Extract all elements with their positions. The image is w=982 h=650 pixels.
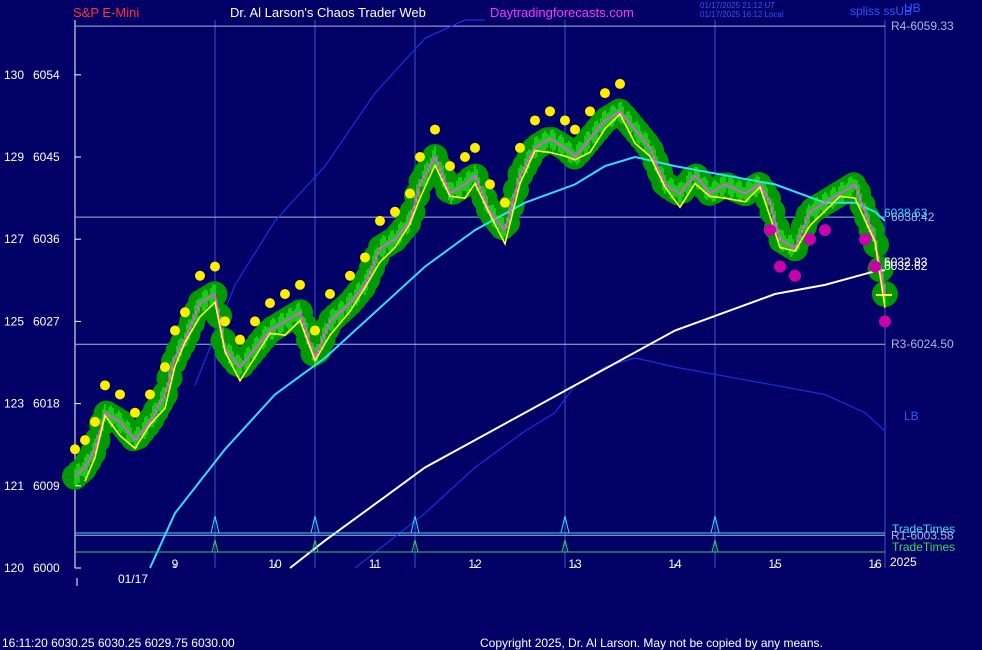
copyright-notice: Copyright 2025, Dr. Al Larson. May not b…	[480, 636, 823, 650]
yellow-dot	[195, 270, 205, 281]
timing-lines	[75, 515, 885, 553]
x-tick-label-2: 11	[369, 557, 382, 571]
magenta-dot	[804, 233, 816, 246]
yellow-dot	[485, 179, 495, 190]
yellow-dot	[100, 380, 110, 391]
yellow-dot	[280, 289, 290, 299]
magenta-dot	[774, 260, 786, 273]
timestamp-local: 01/17/2025 16:12 Local	[700, 10, 784, 19]
yellow-dot	[70, 444, 80, 455]
chart-title: S&P E-Mini	[73, 5, 140, 20]
yellow-dot	[220, 316, 230, 327]
sub-tag: spliss ssUB	[850, 4, 913, 18]
right-cyan-value: 6038.63	[884, 206, 928, 220]
yellow-dot	[500, 197, 510, 208]
magenta-dot	[869, 260, 881, 273]
y-tick-left-3: 125	[4, 314, 24, 328]
yellow-dot	[405, 188, 415, 199]
yellow-dot	[160, 362, 170, 373]
yellow-dot	[80, 435, 90, 446]
y-tick-left-1: 121	[4, 479, 24, 493]
yellow-dot	[545, 106, 555, 117]
x-tick-label-1: 10	[268, 557, 282, 571]
yellow-dot	[375, 215, 385, 226]
lb-label: LB	[904, 409, 919, 423]
yellow-dot	[430, 124, 440, 135]
x-tick-label-6: 15	[768, 557, 782, 571]
x-tick-label-0: 9	[172, 557, 179, 571]
level-lines: R4-6059.336038.42R3-6024.50R1-6003.58	[75, 19, 954, 542]
y-tick-label-0: 6000	[33, 561, 60, 575]
level-label-2: R3-6024.50	[891, 337, 954, 351]
magenta-dot	[764, 224, 776, 237]
x-tick-label-5: 14	[668, 557, 682, 571]
site-title: Dr. Al Larson's Chaos Trader Web	[230, 5, 426, 20]
site-link[interactable]: Daytradingforecasts.com	[490, 6, 634, 20]
yellow-dot	[115, 389, 125, 400]
y-tick-label-2: 6018	[33, 397, 60, 411]
year-label: 2025	[890, 555, 917, 569]
yellow-dot	[265, 298, 275, 309]
magenta-dot	[819, 224, 831, 237]
signal-dots	[70, 78, 891, 455]
yellow-dot	[345, 270, 355, 281]
magenta-dot	[879, 315, 891, 328]
yellow-dot	[600, 88, 610, 99]
yellow-dot	[235, 334, 245, 345]
timestamp-utc: 01/17/2025 21:12 UT	[700, 1, 776, 10]
yellow-dot	[295, 279, 305, 290]
axis-labels: 120 6000121 6009123 6018125 6027127 6036129 60…	[4, 1, 955, 586]
yellow-dot	[90, 416, 100, 427]
level-label-0: R4-6059.33	[891, 19, 954, 33]
y-tick-label-1: 6009	[33, 479, 60, 493]
y-tick-label-6: 6054	[33, 68, 60, 82]
yellow-dot	[180, 307, 190, 318]
magenta-dot	[789, 269, 801, 282]
yellow-dot	[310, 325, 320, 336]
average-line-1	[289, 269, 886, 569]
yellow-dot	[515, 142, 525, 153]
yellow-dot	[460, 152, 470, 162]
yellow-dot	[415, 152, 425, 162]
yellow-dot	[130, 407, 140, 418]
yellow-dot	[615, 78, 625, 89]
yellow-dot	[585, 106, 595, 117]
band-lines	[194, 19, 886, 569]
yellow-dot	[170, 325, 180, 336]
yellow-dot	[570, 124, 580, 135]
tradetimes-label: TradeTimes	[892, 540, 955, 554]
date-label: 01/17	[118, 572, 148, 586]
x-tick-label-4: 13	[568, 557, 582, 571]
magenta-dot	[859, 233, 871, 246]
x-tick-label-7: 16	[868, 557, 882, 571]
y-tick-left-0: 120	[4, 561, 24, 575]
yellow-dot	[210, 261, 220, 272]
yellow-dot	[250, 316, 260, 327]
y-tick-label-4: 6036	[33, 232, 60, 246]
band-line-1	[194, 19, 485, 386]
y-tick-label-3: 6027	[33, 314, 60, 328]
yellow-dot	[530, 115, 540, 126]
chart-canvas: R4-6059.336038.42R3-6024.50R1-6003.58 12…	[4, 1, 955, 586]
y-tick-left-5: 129	[4, 150, 24, 164]
yellow-dot	[145, 389, 155, 400]
quote-readout: 16:11:20 6030.25 6030.25 6029.75 6030.00	[2, 636, 235, 650]
yellow-dot	[560, 115, 570, 126]
yellow-dot	[470, 142, 480, 153]
yellow-dot	[360, 252, 370, 263]
timetimes-label: TradeTimes	[892, 522, 955, 536]
y-tick-left-2: 123	[4, 397, 24, 411]
y-tick-label-5: 6045	[33, 150, 60, 164]
yellow-dot	[390, 206, 400, 217]
yellow-dot	[325, 289, 335, 299]
y-tick-left-6: 130	[4, 68, 24, 82]
yellow-dot	[445, 161, 455, 172]
right-value-b: 6032.62	[884, 259, 928, 273]
x-tick-label-3: 12	[468, 557, 482, 571]
y-tick-left-4: 127	[4, 232, 24, 246]
